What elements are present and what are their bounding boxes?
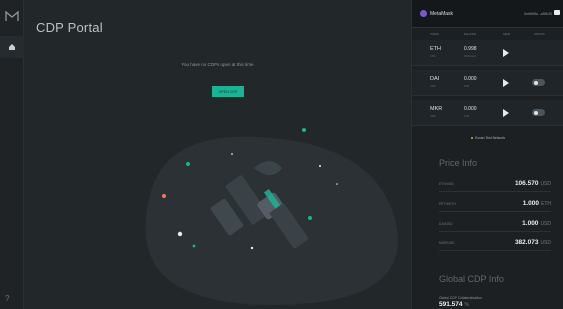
- price-value: 382.073 USD: [515, 239, 551, 246]
- price-value: 106.570 USD: [515, 180, 551, 187]
- network-dot-icon: [470, 137, 473, 140]
- network-label: Kovan Test Network: [474, 136, 506, 140]
- wallet-icon[interactable]: [554, 10, 560, 15]
- price-number: 1.000: [522, 220, 539, 227]
- collateralization-number: 591.574: [439, 301, 463, 308]
- empty-state-message: You have no CDPs open at this time: [181, 62, 254, 67]
- send-dai-icon[interactable]: [503, 79, 509, 87]
- help-icon[interactable]: ?: [5, 294, 9, 303]
- unlock-dai-toggle[interactable]: [532, 79, 545, 86]
- left-rail: ?: [0, 0, 24, 309]
- price-pair: ETH/USD: [439, 182, 454, 186]
- token-usd: 99.99 usd: [464, 55, 476, 58]
- price-info-title: Price Info: [439, 158, 478, 168]
- open-cdp-button[interactable]: OPEN CDP: [212, 86, 244, 97]
- token-table-header: TOKEN BALANCE SEND UNLOCK: [412, 31, 563, 39]
- price-unit: ETH: [541, 201, 551, 207]
- price-row: MKR/USD 382.073 USD: [439, 237, 551, 251]
- header-unlock: UNLOCK: [534, 33, 545, 36]
- token-balance: 0.998: [464, 46, 477, 52]
- price-pair: PETH/ETH: [439, 202, 456, 206]
- price-row: DAI/USD 1.000 USD: [439, 218, 551, 232]
- price-row: PETH/ETH 1.000 ETH: [439, 198, 551, 212]
- network-status: Kovan Test Network: [412, 136, 563, 140]
- send-eth-icon[interactable]: [503, 49, 509, 57]
- price-row: ETH/USD 106.570 USD: [439, 178, 551, 192]
- page-title: CDP Portal: [36, 20, 103, 35]
- token-row-eth: ETH USD 0.998 99.99 usd: [412, 40, 563, 66]
- home-icon: [9, 44, 15, 50]
- price-pair: DAI/USD: [439, 222, 453, 226]
- price-number: 382.073: [514, 239, 539, 246]
- price-unit: USD: [540, 240, 551, 246]
- main-content: CDP Portal You have no CDPs open at this…: [24, 0, 411, 309]
- token-sub: USD: [430, 85, 436, 88]
- satellite-illustration: [145, 128, 398, 305]
- metamask-bar[interactable]: MetaMask 0xe86f8a...a55b35: [412, 0, 563, 28]
- collateralization-value: 591.574%: [439, 301, 469, 308]
- token-sub: USD: [430, 55, 436, 58]
- send-mkr-icon[interactable]: [503, 109, 509, 117]
- unlock-mkr-toggle[interactable]: [532, 109, 545, 116]
- account-address: 0xe86f8a...a55b35: [523, 12, 552, 16]
- metamask-name: MetaMask: [430, 11, 454, 17]
- token-usd: 0.00: [464, 85, 470, 88]
- collateralization-label: Global CDP Collateralization: [439, 296, 482, 300]
- price-number: 106.570: [514, 180, 539, 187]
- price-value: 1.000 ETH: [523, 200, 551, 207]
- collateralization-unit: %: [464, 302, 469, 308]
- header-token: TOKEN: [430, 33, 439, 36]
- price-value: 1.000 USD: [522, 220, 551, 227]
- header-balance: BALANCE: [464, 33, 477, 36]
- nav-home[interactable]: [0, 36, 24, 58]
- price-number: 1.000: [522, 200, 539, 207]
- price-pair: MKR/USD: [439, 241, 455, 245]
- price-unit: USD: [540, 221, 551, 227]
- token-usd: 0.00: [464, 115, 470, 118]
- token-symbol: ETH: [430, 46, 441, 52]
- token-row-mkr: MKR USD 0.000 0.00: [412, 100, 563, 126]
- token-symbol: MKR: [430, 106, 443, 112]
- side-panel: MetaMask 0xe86f8a...a55b35 TOKEN BALANCE…: [411, 0, 563, 309]
- token-symbol: DAI: [430, 76, 440, 82]
- maker-logo-icon: [5, 10, 19, 21]
- token-balance: 0.000: [464, 76, 477, 82]
- price-unit: USD: [540, 181, 551, 187]
- token-balance: 0.000: [464, 106, 477, 112]
- global-cdp-title: Global CDP Info: [439, 274, 504, 284]
- metamask-avatar: [420, 10, 427, 17]
- header-send: SEND: [503, 33, 511, 36]
- token-row-dai: DAI USD 0.000 0.00: [412, 70, 563, 96]
- token-sub: USD: [430, 115, 436, 118]
